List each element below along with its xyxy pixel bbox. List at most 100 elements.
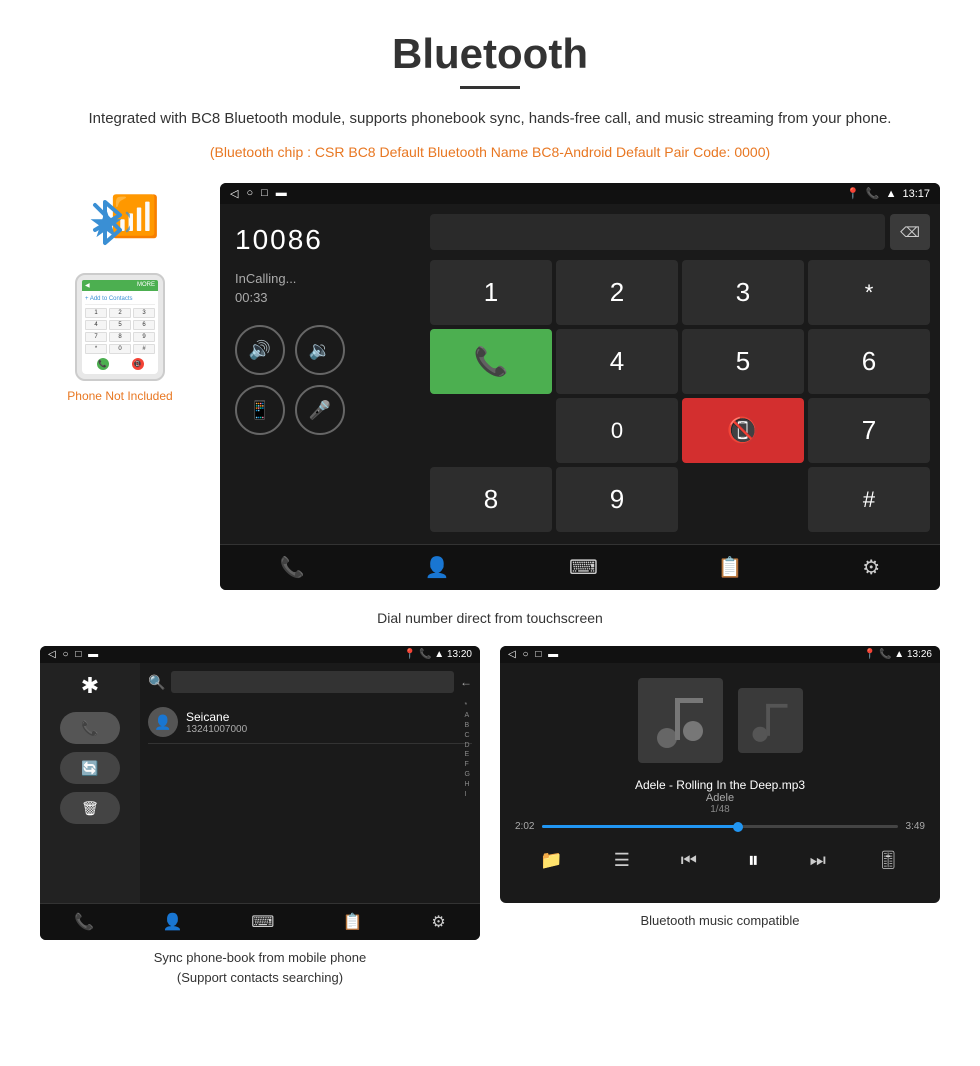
phone-screen: ◀MORE + Add to Contacts 1 2 3 4 5 6 7 8 …: [82, 280, 158, 374]
nav-contacts-icon[interactable]: 👤: [424, 555, 449, 580]
pb-recent-icon: □: [75, 649, 81, 660]
bluetooth-icon: ✱: [81, 673, 99, 699]
pb-phone-btn[interactable]: 📞: [60, 712, 120, 744]
dial-key-9[interactable]: 9: [556, 467, 678, 532]
dial-status-bar: ◁ ○ □ ▬ 📍 📞 ▲ 13:17: [220, 183, 940, 204]
pb-nav-contacts[interactable]: 👤: [163, 912, 183, 932]
music-track-count: 1/48: [635, 804, 805, 815]
music-progress-dot: [733, 822, 743, 832]
nav-keypad-icon[interactable]: ⌨: [569, 555, 598, 580]
music-list-icon[interactable]: ☰: [614, 850, 630, 871]
phonebook-block: ◁ ○ □ ▬ 📍 📞 ▲ 13:20 ✱ 📞 🔄 🗑: [40, 646, 480, 987]
music-artist: Adele: [635, 792, 805, 804]
music-recent-icon: □: [535, 649, 541, 660]
dial-key-3[interactable]: 3: [682, 260, 804, 325]
music-note-svg-small: [751, 700, 789, 742]
phone-illustration: 📶 ★ ◀MORE + Add to Contacts 1 2 3: [40, 183, 200, 403]
phone-keypad: 1 2 3 4 5 6 7 8 9 * 0 #: [85, 308, 155, 354]
music-folder-icon[interactable]: 📁: [540, 850, 562, 871]
music-progress-bar[interactable]: [542, 825, 897, 828]
music-wifi-icon: ▲: [894, 649, 904, 660]
music-android-screen: ◁ ○ □ ▬ 📍 📞 ▲ 13:26: [500, 646, 940, 903]
dial-key-star[interactable]: *: [808, 260, 930, 325]
dial-android-screen: ◁ ○ □ ▬ 📍 📞 ▲ 13:17 10086 InCalling... 0…: [220, 183, 940, 590]
pb-nav-keypad[interactable]: ⌨: [251, 912, 274, 932]
nav-recent-icon[interactable]: 📋: [718, 555, 743, 580]
dial-key-8[interactable]: 8: [430, 467, 552, 532]
call-status-icon: 📞: [866, 187, 880, 200]
phone-key-2: 2: [109, 308, 131, 318]
status-left-icons: ◁ ○ □ ▬: [230, 187, 287, 200]
phonebook-status-bar: ◁ ○ □ ▬ 📍 📞 ▲ 13:20: [40, 646, 480, 663]
contact-details: Seicane 13241007000: [186, 710, 247, 735]
dial-key-2[interactable]: 2: [556, 260, 678, 325]
phone-bottom-buttons: 📞 📵: [85, 358, 155, 370]
dial-key-hash[interactable]: #: [808, 467, 930, 532]
pb-back-icon: ◁: [48, 649, 56, 660]
pb-home-icon: ○: [62, 649, 68, 660]
control-row-1: 🔊 🔉: [235, 325, 345, 375]
dial-input-box[interactable]: [430, 214, 885, 250]
dial-key-5[interactable]: 5: [682, 329, 804, 394]
dial-key-4[interactable]: 4: [556, 329, 678, 394]
phone-key-0: 0: [109, 344, 131, 354]
dial-call-button[interactable]: 📞: [430, 329, 552, 394]
dial-end-button[interactable]: 📵: [682, 398, 804, 463]
dial-left-panel: 10086 InCalling... 00:33 🔊 🔉 📱 🎤: [220, 204, 420, 544]
back-arrow-icon: ←: [460, 675, 472, 689]
music-prev-icon[interactable]: ⏮: [681, 850, 697, 871]
music-next-icon[interactable]: ⏭: [810, 850, 826, 871]
bottom-screenshots: ◁ ○ □ ▬ 📍 📞 ▲ 13:20 ✱ 📞 🔄 🗑: [40, 646, 940, 987]
call-controls: 🔊 🔉 📱 🎤: [235, 325, 345, 435]
dial-key-6[interactable]: 6: [808, 329, 930, 394]
music-equalizer-icon[interactable]: 🎚: [877, 850, 900, 871]
pb-status-right: 📍 📞 ▲ 13:20: [404, 649, 472, 660]
phonebook-android-screen: ◁ ○ □ ▬ 📍 📞 ▲ 13:20 ✱ 📞 🔄 🗑: [40, 646, 480, 940]
phonebook-caption-line1: Sync phone-book from mobile phone: [154, 950, 366, 965]
music-time-elapsed: 2:02: [515, 821, 534, 832]
call-number-display: 10086: [235, 224, 323, 256]
music-content: Adele - Rolling In the Deep.mp3 Adele 1/…: [500, 663, 940, 903]
title-divider: [460, 86, 520, 89]
music-status-left: ◁ ○ □ ▬: [508, 649, 558, 660]
pb-delete-btn[interactable]: 🗑: [60, 792, 120, 824]
phone-device: ◀MORE + Add to Contacts 1 2 3 4 5 6 7 8 …: [75, 273, 165, 381]
music-note-svg: [655, 693, 705, 748]
alphabet-sidebar: *ABCDEFGHI: [465, 701, 470, 799]
location-icon: 📍: [846, 187, 860, 200]
dial-key-1[interactable]: 1: [430, 260, 552, 325]
transfer-button[interactable]: 📱: [235, 385, 285, 435]
nav-calls-icon[interactable]: 📞: [280, 555, 305, 580]
music-time-total: 3:49: [906, 821, 925, 832]
nav-settings-icon[interactable]: ⚙: [862, 555, 880, 580]
phone-key-4: 4: [85, 320, 107, 330]
phone-key-hash: #: [133, 344, 155, 354]
call-timer-display: 00:33: [235, 290, 268, 305]
dial-caption: Dial number direct from touchscreen: [40, 610, 940, 626]
status-time: 13:17: [902, 188, 930, 200]
volume-down-button[interactable]: 🔉: [295, 325, 345, 375]
pb-sync-btn[interactable]: 🔄: [60, 752, 120, 784]
mic-button[interactable]: 🎤: [295, 385, 345, 435]
volume-up-button[interactable]: 🔊: [235, 325, 285, 375]
pb-nav-calls[interactable]: 📞: [74, 912, 94, 932]
dial-key-0[interactable]: 0: [556, 398, 678, 463]
pb-nav-settings[interactable]: ⚙: [431, 912, 445, 932]
dial-pad-area: ⌫ 1 2 3 * 📞 4 5 6 0 📵 7 8 9 #: [420, 204, 940, 544]
status-right-icons: 📍 📞 ▲ 13:17: [846, 187, 930, 200]
backspace-button[interactable]: ⌫: [890, 214, 930, 250]
dial-content: 10086 InCalling... 00:33 🔊 🔉 📱 🎤: [220, 204, 940, 544]
phone-key-9: 9: [133, 332, 155, 342]
dial-input-row: ⌫: [430, 214, 930, 250]
dial-key-7[interactable]: 7: [808, 398, 930, 463]
music-play-icon[interactable]: ⏸: [748, 847, 759, 873]
phone-key-5: 5: [109, 320, 131, 330]
music-call-icon: 📞: [879, 649, 891, 660]
search-field[interactable]: [171, 671, 454, 693]
wifi-status-icon: ▲: [886, 188, 897, 200]
pb-location-icon: 📍: [404, 649, 416, 660]
pb-nav-recent[interactable]: 📋: [343, 912, 363, 932]
album-art-secondary: [738, 688, 803, 753]
music-song-title: Adele - Rolling In the Deep.mp3: [635, 778, 805, 792]
music-status-bar: ◁ ○ □ ▬ 📍 📞 ▲ 13:26: [500, 646, 940, 663]
